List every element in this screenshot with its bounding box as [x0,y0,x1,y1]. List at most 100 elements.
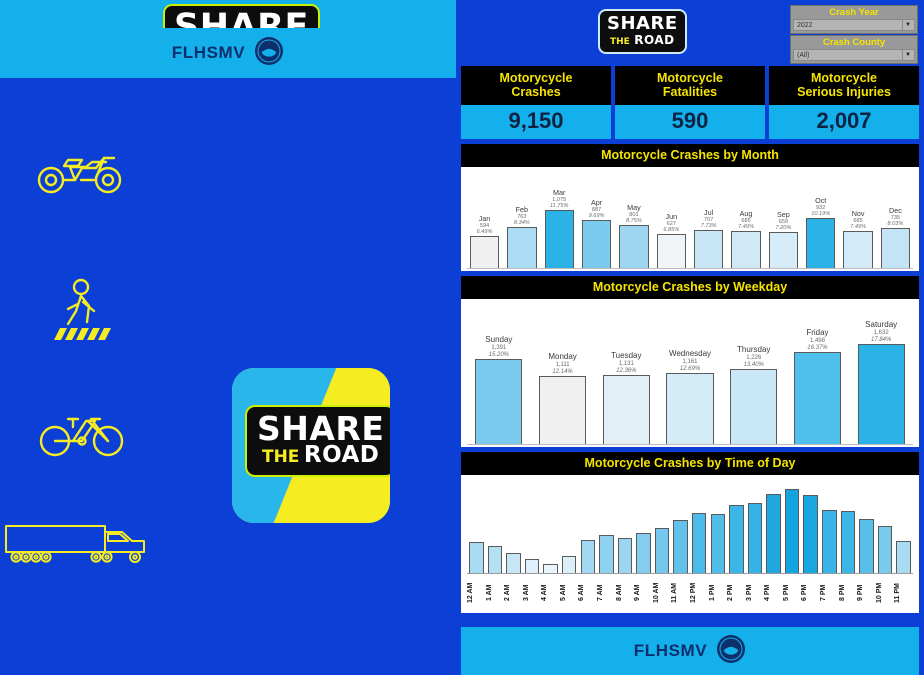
hour-tick-label: 11 PM [894,583,902,603]
bar-group[interactable]: Thursday 1,226 13.40% [722,346,786,444]
bar[interactable] [793,352,842,444]
bar[interactable] [581,220,612,268]
bar-group[interactable] [653,528,672,573]
month-chart-title: Motorcycle Crashes by Month [461,144,919,167]
bar[interactable] [784,489,800,573]
bar[interactable] [636,533,651,573]
bar-group[interactable]: Oct 932 10.19% [803,197,838,268]
bar-group[interactable] [616,538,635,573]
bar-percent-label: 12.14% [552,368,573,375]
bar-group[interactable]: Friday 1,498 16.37% [786,329,850,444]
bar[interactable] [806,218,836,268]
kpi-fatalities-title-line1: Motorcycle [657,71,723,85]
bar-group[interactable]: Apr 887 9.69% [579,199,614,268]
bar-group[interactable] [671,520,690,573]
bar[interactable] [896,541,911,573]
bar[interactable] [710,514,726,573]
bar-group[interactable]: Saturday 1,632 17.84% [849,321,913,444]
bar[interactable] [877,526,893,573]
bar[interactable] [475,359,523,444]
bar-group[interactable]: Feb 763 8.34% [504,206,539,268]
bar[interactable] [731,231,761,268]
bar-group[interactable] [467,542,486,573]
bar-group[interactable]: Nov 685 7.49% [841,210,876,268]
bar[interactable] [506,553,521,573]
bar-group[interactable] [839,511,858,573]
bar-group[interactable] [523,559,542,573]
bar-group[interactable] [894,541,913,573]
bar-group[interactable] [764,494,783,573]
share-the-road-card: SHARE THE ROAD [232,368,390,523]
bar-group[interactable]: Sep 659 7.20% [766,211,801,268]
bar[interactable] [693,230,724,268]
bar-group[interactable] [857,519,876,573]
bar[interactable] [730,369,778,444]
bar[interactable] [599,535,614,573]
bar[interactable] [507,227,537,268]
hour-tick-label: 7 AM [597,584,605,602]
bar-group[interactable] [876,526,895,573]
bar-group[interactable]: Mar 1,075 11.75% [542,189,577,268]
bar-group[interactable]: Tuesday 1,131 12.36% [594,352,658,444]
bar-category-label: Monday [548,352,577,362]
crash-county-filter[interactable]: Crash County (All) ▼ [790,35,918,64]
bar[interactable] [880,228,911,268]
bar-group[interactable] [783,489,802,573]
bar[interactable] [539,376,587,444]
bar[interactable] [822,510,837,573]
bar-group[interactable]: May 801 8.75% [616,204,651,268]
bar[interactable] [544,210,574,268]
bar-group[interactable]: Jun 627 6.85% [654,213,689,268]
bar[interactable] [859,519,874,573]
bar[interactable] [617,538,633,573]
chevron-down-icon[interactable]: ▼ [902,50,913,60]
chevron-down-icon[interactable]: ▼ [902,20,913,30]
bar-group[interactable] [578,540,597,573]
bar[interactable] [469,236,500,268]
bar[interactable] [691,513,707,573]
bar-group[interactable]: Sunday 1,391 15.20% [467,336,531,444]
bar[interactable] [840,511,856,573]
bar[interactable] [843,231,873,268]
crash-year-label: Crash Year [829,7,879,18]
bar[interactable] [561,556,577,573]
bar-group[interactable] [504,553,523,573]
bar[interactable] [673,520,688,573]
bar[interactable] [543,564,558,573]
bar[interactable] [469,542,484,573]
bar-group[interactable]: Monday 1,111 12.14% [531,353,595,444]
bar-group[interactable] [597,535,616,573]
bar-group[interactable]: Wednesday 1,161 12.69% [658,350,722,444]
bar-group[interactable] [690,513,709,573]
bar-group[interactable] [801,495,820,573]
bar-group[interactable] [560,556,579,573]
bar-group[interactable] [709,514,728,573]
bar[interactable] [857,344,905,444]
crash-year-filter[interactable]: Crash Year 2022 ▼ [790,5,918,34]
bar-group[interactable]: Aug 685 7.49% [729,210,764,268]
bar[interactable] [768,232,799,268]
bar-group[interactable] [486,546,505,573]
bar[interactable] [766,494,781,573]
bar-group[interactable] [746,503,765,573]
bar[interactable] [487,546,503,573]
bar[interactable] [666,373,714,444]
bar[interactable] [747,503,763,573]
bar[interactable] [619,225,649,268]
bar-group[interactable]: Dec 735 8.03% [878,207,913,268]
bar[interactable] [580,540,595,573]
bar-group[interactable]: Jan 594 6.49% [467,215,502,268]
bar-group[interactable]: Jul 707 7.73% [691,209,726,268]
bar[interactable] [524,559,540,573]
crash-year-select[interactable]: 2022 ▼ [793,19,915,31]
bar[interactable] [654,528,670,573]
bar-group[interactable] [820,510,839,573]
bar[interactable] [602,375,650,444]
bar-group[interactable] [634,533,653,573]
bar[interactable] [656,234,686,268]
bar[interactable] [803,495,818,573]
bar-group[interactable] [727,505,746,573]
bar-group[interactable] [541,564,560,573]
crash-county-select[interactable]: (All) ▼ [793,49,915,61]
bar[interactable] [729,505,744,573]
